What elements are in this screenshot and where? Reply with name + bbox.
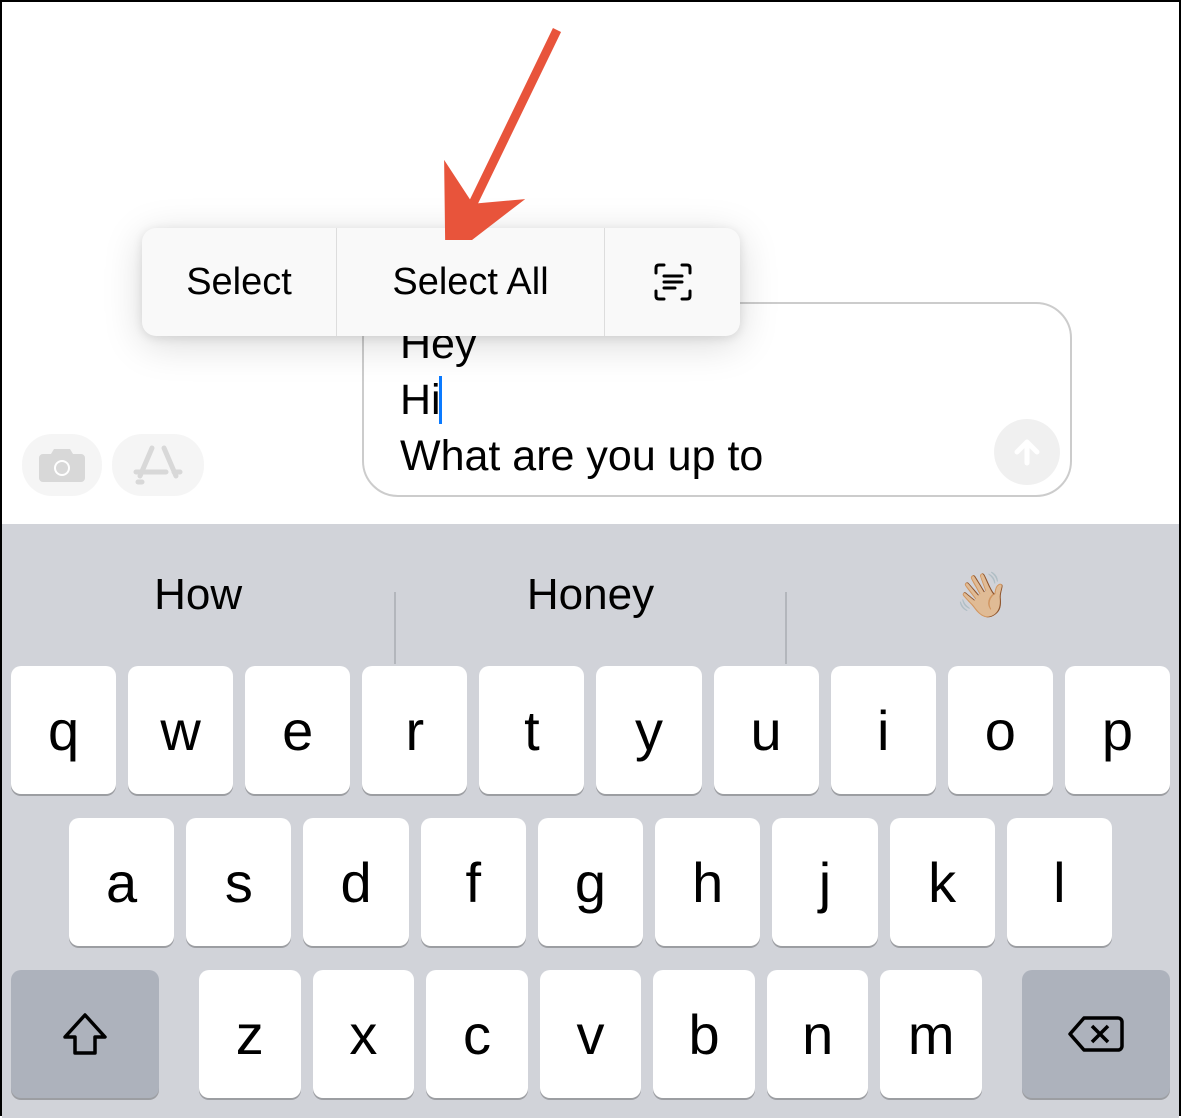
scan-text-icon [651,260,695,304]
annotation-arrow [437,20,577,240]
key-v[interactable]: v [540,970,642,1098]
shift-icon [61,1011,109,1057]
app-store-icon [132,442,184,488]
text-context-menu: Select Select All [142,228,740,336]
key-y[interactable]: y [596,666,701,794]
suggestion-3[interactable]: 👋🏼 [787,569,1179,621]
key-row-1: q w e r t y u i o p [11,666,1170,794]
key-p[interactable]: p [1065,666,1170,794]
text-cursor [439,376,442,424]
backspace-icon [1068,1014,1124,1054]
key-a[interactable]: a [69,818,174,946]
key-r[interactable]: r [362,666,467,794]
backspace-key[interactable] [1022,970,1170,1098]
key-j[interactable]: j [772,818,877,946]
key-m[interactable]: m [880,970,982,1098]
scan-text-button[interactable] [605,228,740,336]
select-button[interactable]: Select [142,228,337,336]
send-button[interactable] [994,419,1060,485]
shift-key[interactable] [11,970,159,1098]
key-n[interactable]: n [767,970,869,1098]
key-o[interactable]: o [948,666,1053,794]
key-row-3: z x c v b n m [11,970,1170,1098]
key-d[interactable]: d [303,818,408,946]
camera-button[interactable] [22,434,102,496]
key-q[interactable]: q [11,666,116,794]
suggestion-bar: How Honey 👋🏼 [2,524,1179,666]
key-t[interactable]: t [479,666,584,794]
input-line-3: What are you up to [400,428,998,484]
suggestion-1[interactable]: How [2,570,394,620]
select-all-button[interactable]: Select All [337,228,605,336]
suggestion-2[interactable]: Honey [394,570,786,620]
arrow-up-icon [1010,435,1044,469]
key-z[interactable]: z [199,970,301,1098]
key-b[interactable]: b [653,970,755,1098]
camera-icon [37,446,87,484]
key-c[interactable]: c [426,970,528,1098]
key-row-2: a s d f g h j k l [11,818,1170,946]
key-k[interactable]: k [890,818,995,946]
keyboard: How Honey 👋🏼 q w e r t y u i o p a s d f… [2,524,1179,1118]
key-f[interactable]: f [421,818,526,946]
input-line-2: Hi [400,372,998,428]
app-store-button[interactable] [112,434,204,496]
key-x[interactable]: x [313,970,415,1098]
key-u[interactable]: u [714,666,819,794]
key-e[interactable]: e [245,666,350,794]
key-h[interactable]: h [655,818,760,946]
key-i[interactable]: i [831,666,936,794]
key-l[interactable]: l [1007,818,1112,946]
key-w[interactable]: w [128,666,233,794]
key-g[interactable]: g [538,818,643,946]
key-s[interactable]: s [186,818,291,946]
